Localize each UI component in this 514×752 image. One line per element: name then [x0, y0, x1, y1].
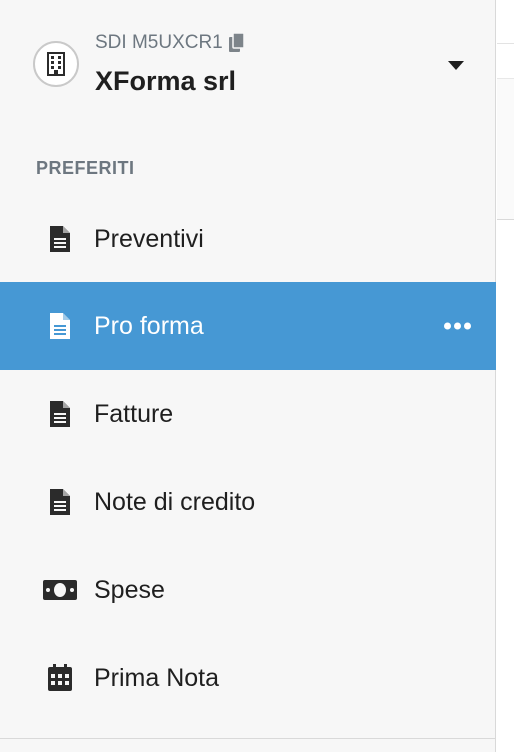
sdi-code-label: SDI M5UXCR1: [95, 32, 223, 53]
building-icon: [33, 41, 79, 87]
sidebar-item-label: Spese: [94, 575, 165, 604]
main-panel-edge: [497, 78, 514, 220]
main-header-edge: [497, 0, 514, 44]
sidebar-item-fatture[interactable]: Fatture: [0, 370, 496, 458]
document-icon: [44, 486, 76, 518]
sidebar-item-note-di-credito[interactable]: Note di credito: [0, 458, 496, 546]
sidebar-item-prima-nota[interactable]: Prima Nota: [0, 634, 496, 722]
sidebar-item-label: Fatture: [94, 399, 174, 428]
sidebar-item-label: Prima Nota: [94, 663, 220, 692]
document-icon: [44, 398, 76, 430]
sidebar-item-label: Preventivi: [94, 224, 204, 253]
section-title-preferiti: PREFERITI: [36, 158, 135, 178]
sidebar-item-label: Note di credito: [94, 487, 256, 516]
company-switcher[interactable]: SDI M5UXCR1 XForma srl: [0, 0, 496, 130]
sidebar-item-label: Pro forma: [94, 311, 204, 340]
sdi-code: SDI M5UXCR1: [95, 31, 245, 55]
document-icon: [44, 223, 76, 255]
document-icon: [44, 310, 76, 342]
copy-icon[interactable]: [228, 33, 245, 53]
money-bill-icon: [42, 574, 78, 606]
sidebar: SDI M5UXCR1 XForma srl PREFERITI Prevent…: [0, 0, 496, 752]
main-content-edge: [497, 0, 514, 752]
divider: [0, 738, 496, 739]
company-name: XForma srl: [95, 66, 237, 96]
sidebar-item-pro-forma[interactable]: Pro forma: [0, 282, 496, 370]
chevron-down-icon[interactable]: [446, 58, 466, 72]
more-options-icon[interactable]: [444, 322, 471, 330]
calendar-icon: [44, 662, 76, 694]
sidebar-item-spese[interactable]: Spese: [0, 546, 496, 634]
sidebar-item-preventivi[interactable]: Preventivi: [0, 195, 496, 283]
